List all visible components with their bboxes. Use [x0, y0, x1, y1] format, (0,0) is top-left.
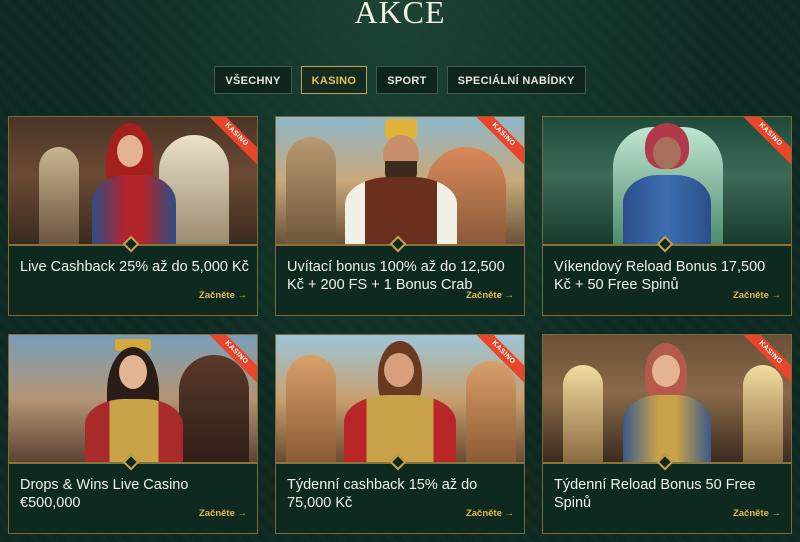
promo-image	[9, 335, 257, 463]
promo-title: Drops & Wins Live Casino €500,000	[20, 477, 189, 511]
start-link[interactable]: Začněte →	[199, 508, 247, 519]
filter-special-offers[interactable]: SPECIÁLNÍ NABÍDKY	[446, 66, 586, 94]
promo-title: Live Cashback 25% až do 5,000 Kč	[20, 259, 249, 275]
character-illustration	[79, 335, 189, 463]
page-title: AKCE	[354, 0, 446, 30]
start-link[interactable]: Začněte →	[466, 290, 514, 301]
promo-title: Uvítací bonus 100% až do 12,500 Kč + 200…	[287, 259, 505, 293]
start-link[interactable]: Začněte →	[733, 508, 781, 519]
promo-card-weekly-reload[interactable]: KASINO Týdenní Reload Bonus 50 Free Spin…	[542, 334, 792, 534]
character-illustration	[617, 335, 717, 463]
character-illustration	[84, 117, 184, 245]
promo-image	[276, 117, 524, 245]
promo-image	[543, 117, 791, 245]
character-illustration	[617, 117, 717, 245]
promo-image	[9, 117, 257, 245]
start-link[interactable]: Začněte →	[199, 290, 247, 301]
filter-all[interactable]: VŠECHNY	[214, 66, 292, 94]
character-illustration	[341, 117, 461, 245]
filter-sport[interactable]: SPORT	[376, 66, 438, 94]
filter-casino[interactable]: KASINO	[300, 66, 368, 94]
promo-title: Týdenní Reload Bonus 50 Free Spinů	[554, 477, 756, 511]
filter-tabs: VŠECHNY KASINO SPORT SPECIÁLNÍ NABÍDKY	[0, 66, 800, 94]
character-illustration	[340, 335, 460, 463]
promo-card-weekend-reload[interactable]: KASINO Víkendový Reload Bonus 17,500 Kč …	[542, 116, 792, 316]
promo-image	[543, 335, 791, 463]
promo-card-welcome-bonus[interactable]: KASINO Uvítací bonus 100% až do 12,500 K…	[275, 116, 525, 316]
promo-title: Víkendový Reload Bonus 17,500 Kč + 50 Fr…	[554, 259, 766, 293]
promo-card-live-cashback[interactable]: KASINO Live Cashback 25% až do 5,000 Kč …	[8, 116, 258, 316]
promo-title: Týdenní cashback 15% až do 75,000 Kč	[287, 477, 478, 511]
promo-image	[276, 335, 524, 463]
start-link[interactable]: Začněte →	[733, 290, 781, 301]
promo-card-drops-wins[interactable]: KASINO Drops & Wins Live Casino €500,000…	[8, 334, 258, 534]
start-link[interactable]: Začněte →	[466, 508, 514, 519]
promo-card-weekly-cashback[interactable]: KASINO Týdenní cashback 15% až do 75,000…	[275, 334, 525, 534]
